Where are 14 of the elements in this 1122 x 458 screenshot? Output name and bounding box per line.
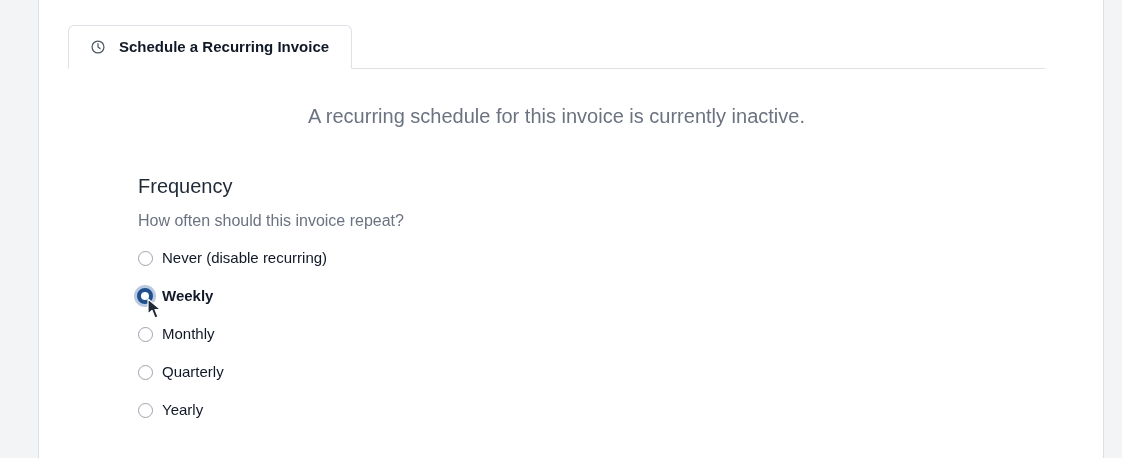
radio-label: Monthly — [162, 323, 215, 344]
radio-button[interactable] — [138, 364, 153, 380]
radio-label: Yearly — [162, 399, 204, 420]
section-heading: Frequency — [138, 174, 234, 199]
radio-label: Never (disable recurring) — [162, 247, 328, 268]
radio-label: Quarterly — [162, 361, 224, 382]
hint-text: How often should this invoice repeat? — [138, 211, 405, 231]
radio-button[interactable] — [138, 402, 153, 418]
radio-label: Weekly — [162, 285, 214, 306]
radio-button[interactable] — [138, 326, 153, 342]
status-message: A recurring schedule for this invoice is currently inactive. — [307, 104, 806, 129]
tab[interactable]: Schedule a Recurring Invoice — [68, 25, 353, 69]
radio-button[interactable] — [138, 250, 153, 266]
clock-icon — [91, 40, 105, 54]
